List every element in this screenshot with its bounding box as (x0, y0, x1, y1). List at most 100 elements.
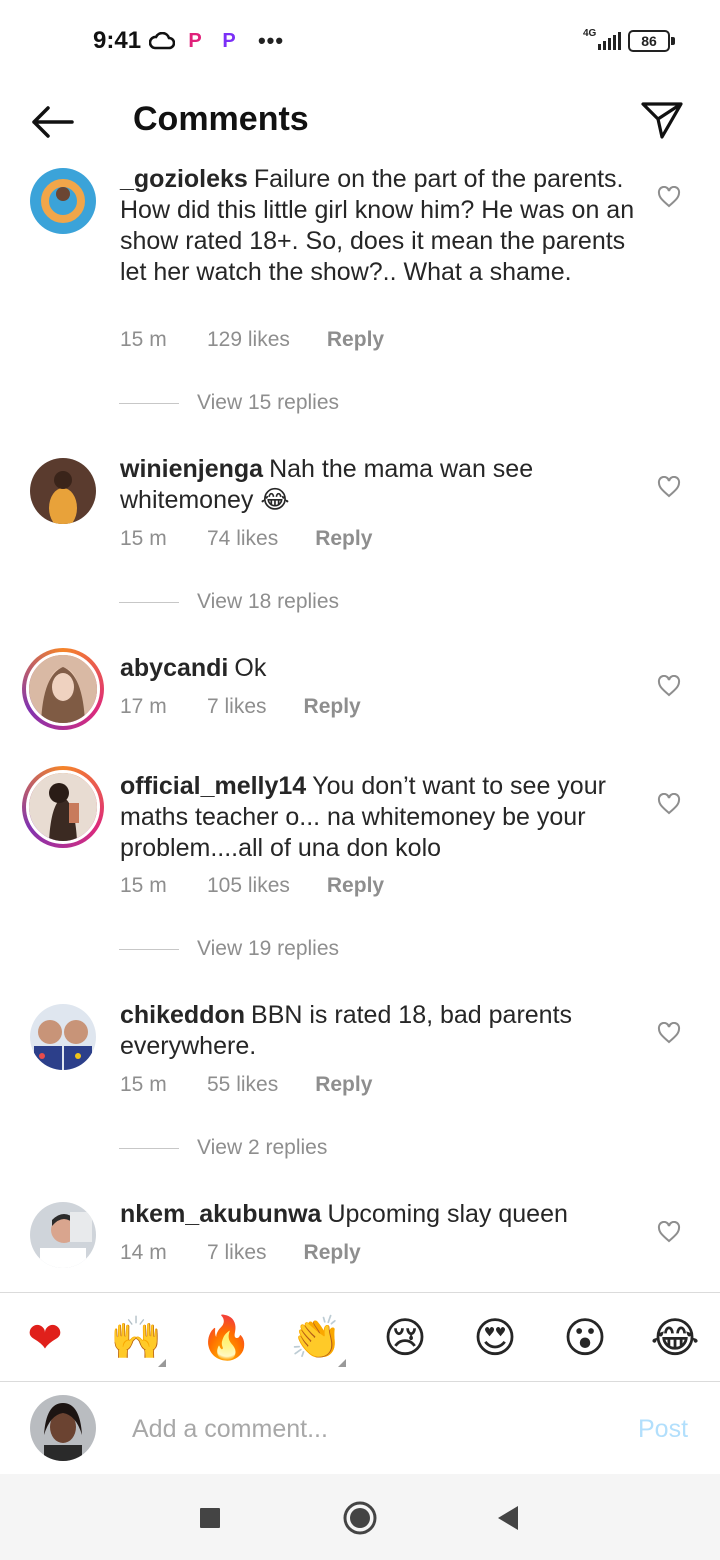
back-button[interactable] (26, 100, 78, 144)
emoji-joy-button[interactable]: 😂 (650, 1313, 700, 1363)
view-replies-label: View 18 replies (197, 590, 340, 613)
comment-time: 15 m (120, 328, 167, 351)
comment-username[interactable]: _gozioleks (120, 165, 248, 193)
avatar[interactable] (30, 1004, 96, 1070)
emoji-quick-reactions: ❤ 🙌 🔥 👏 😢 😍 😮 😂 (0, 1292, 720, 1382)
comment-input[interactable] (132, 1411, 602, 1447)
comment-meta: 15 m 74 likes Reply (120, 527, 372, 551)
heart-outline-icon (657, 186, 681, 208)
comment-username[interactable]: abycandi (120, 654, 228, 682)
heart-outline-icon (657, 1022, 681, 1044)
emoji-heart-eyes-button[interactable]: 😍 (470, 1313, 520, 1363)
like-button[interactable] (654, 182, 684, 212)
reply-button[interactable]: Reply (304, 1241, 361, 1265)
comment-username[interactable]: nkem_akubunwa (120, 1200, 321, 1228)
view-replies-label: View 19 replies (197, 937, 340, 960)
page-title: Comments (133, 100, 309, 138)
heart-outline-icon (657, 793, 681, 815)
more-dots-icon: ••• (257, 28, 285, 53)
header: Comments (0, 84, 720, 160)
comment-time: 14 m (120, 1241, 167, 1264)
add-comment-bar: Post (0, 1383, 720, 1473)
emoji-fire-button[interactable]: 🔥 (200, 1313, 252, 1363)
back-nav-button[interactable] (488, 1498, 528, 1538)
emoji-raised-hands-button[interactable]: 🙌 (110, 1313, 166, 1367)
comment-meta: 17 m 7 likes Reply (120, 695, 361, 719)
comment-text: winienjenga Nah the mama wan see whitemon… (120, 454, 640, 516)
recents-square-icon (200, 1508, 220, 1528)
comment-text: official_melly14 You don’t want to see yo… (120, 771, 640, 864)
avatar[interactable] (22, 766, 104, 848)
system-nav-bar (0, 1474, 720, 1560)
view-replies-button[interactable]: View 15 replies (119, 391, 339, 415)
emoji-surprised-button[interactable]: 😮 (560, 1313, 610, 1363)
view-replies-button[interactable]: View 18 replies (119, 590, 339, 614)
comment-text: chikeddon BBN is rated 18, bad parents ev… (120, 1000, 640, 1062)
arrow-left-icon (32, 106, 74, 138)
comment-meta: 15 m 129 likes Reply (120, 328, 384, 352)
avatar[interactable] (30, 458, 96, 524)
like-button[interactable] (654, 472, 684, 502)
like-button[interactable] (654, 1217, 684, 1247)
recents-button[interactable] (190, 1498, 230, 1538)
avatar[interactable] (22, 648, 104, 730)
comment-time: 15 m (120, 1073, 167, 1096)
view-replies-button[interactable]: View 19 replies (119, 937, 339, 961)
back-triangle-icon (498, 1506, 518, 1530)
comment-body: Upcoming slay queen (327, 1200, 568, 1228)
comment-time: 15 m (120, 874, 167, 897)
post-button[interactable]: Post (638, 1415, 688, 1444)
battery-level: 86 (628, 30, 670, 52)
like-button[interactable] (654, 1018, 684, 1048)
comment-username[interactable]: official_melly14 (120, 772, 306, 800)
home-circle-icon (343, 1501, 377, 1535)
like-button[interactable] (654, 789, 684, 819)
reply-button[interactable]: Reply (327, 328, 384, 352)
comment-likes[interactable]: 55 likes (207, 1073, 278, 1097)
comment-likes[interactable]: 7 likes (207, 695, 267, 719)
reply-button[interactable]: Reply (327, 874, 384, 898)
comment-text: nkem_akubunwa Upcoming slay queen (120, 1199, 640, 1230)
battery-icon: 86 (628, 30, 676, 52)
comment-time: 15 m (120, 527, 167, 550)
home-button[interactable] (340, 1498, 380, 1538)
comment-meta: 14 m 7 likes Reply (120, 1241, 361, 1265)
divider (119, 402, 179, 404)
avatar[interactable] (30, 168, 96, 234)
heart-outline-icon (657, 1221, 681, 1243)
comment-likes[interactable]: 74 likes (207, 527, 278, 551)
cloud-icon (148, 28, 176, 54)
status-time: 9:41 (93, 27, 142, 54)
signal-icon (580, 30, 622, 52)
like-button[interactable] (654, 671, 684, 701)
view-replies-button[interactable]: View 2 replies (119, 1136, 327, 1160)
comment-likes[interactable]: 7 likes (207, 1241, 267, 1265)
comment-text: _gozioleks Failure on the part of the par… (120, 164, 640, 288)
p-app-icon: P (222, 29, 236, 52)
comment-body: Ok (234, 654, 267, 682)
view-replies-label: View 2 replies (197, 1136, 328, 1159)
reply-button[interactable]: Reply (315, 527, 372, 551)
comment-username[interactable]: chikeddon (120, 1001, 245, 1029)
divider (119, 948, 179, 950)
comment-time: 17 m (120, 695, 167, 718)
comment-likes[interactable]: 105 likes (207, 874, 290, 898)
divider (119, 601, 179, 603)
divider (119, 1147, 179, 1149)
heart-outline-icon (657, 675, 681, 697)
emoji-heart-button[interactable]: ❤ (20, 1313, 70, 1363)
emoji-raised-hands-icon: 🙌 (110, 1314, 163, 1361)
emoji-clap-button[interactable]: 👏 (290, 1313, 346, 1367)
status-bar: 9:41 P P ••• 4G 86 (0, 0, 720, 84)
reply-button[interactable]: Reply (304, 695, 361, 719)
reply-button[interactable]: Reply (315, 1073, 372, 1097)
comment-likes[interactable]: 129 likes (207, 328, 290, 352)
my-avatar (30, 1395, 96, 1461)
comment-text: abycandi Ok (120, 653, 640, 684)
p-app-icon: P (188, 29, 202, 52)
heart-outline-icon (657, 476, 681, 498)
emoji-crying-button[interactable]: 😢 (380, 1313, 430, 1363)
avatar[interactable] (30, 1202, 96, 1268)
send-button[interactable] (636, 94, 688, 146)
comment-username[interactable]: winienjenga (120, 455, 263, 483)
